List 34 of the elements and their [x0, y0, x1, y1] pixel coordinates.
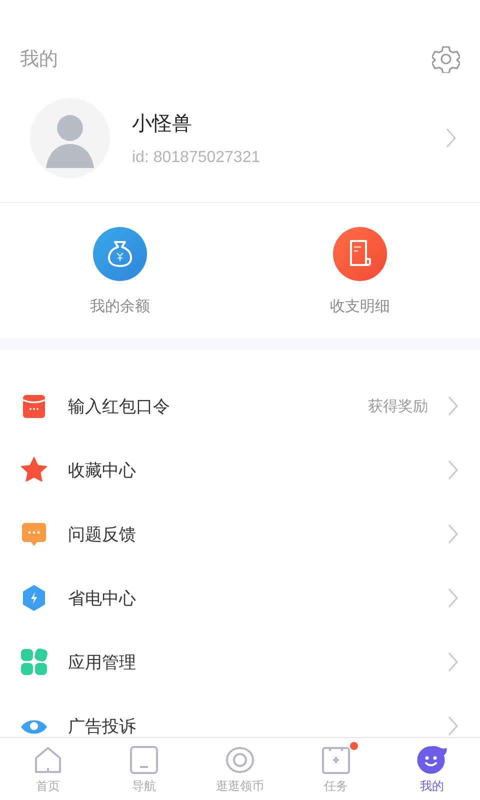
- page-title: 我的: [20, 47, 58, 72]
- menu-item[interactable]: 省电中心: [0, 566, 480, 630]
- settings-icon[interactable]: [432, 45, 460, 73]
- calendar-icon: [322, 746, 350, 774]
- user-name: 小怪兽: [132, 110, 193, 136]
- smiley-icon: [417, 746, 447, 774]
- menu-item[interactable]: 应用管理: [0, 630, 480, 694]
- menu-item[interactable]: 问题反馈: [0, 502, 480, 566]
- menu-item[interactable]: 收藏中心: [0, 438, 480, 502]
- tab-item[interactable]: 我的: [384, 738, 480, 800]
- menu-item[interactable]: 输入红包口令 获得奖励: [0, 374, 480, 438]
- action-label[interactable]: 我的余额: [90, 297, 150, 316]
- money-bag-icon[interactable]: [93, 227, 147, 281]
- reward-hint: 获得奖励: [368, 396, 428, 416]
- receipt-icon[interactable]: [333, 227, 387, 281]
- chevron-icon: [448, 652, 458, 672]
- chat-icon: [20, 520, 48, 548]
- star-icon: [20, 456, 48, 484]
- user-id: id: 801875027321: [132, 148, 262, 166]
- home-icon: [34, 746, 62, 774]
- eye-icon: [225, 746, 255, 774]
- profile-row[interactable]: 小怪兽 id: 801875027321: [0, 74, 480, 203]
- chevron-icon: [448, 588, 458, 608]
- chevron-icon: [448, 716, 458, 736]
- tablet-icon: [130, 746, 158, 774]
- menu-item[interactable]: 广告投诉: [0, 694, 480, 738]
- lightning-icon: [20, 584, 48, 612]
- apps-icon: [20, 648, 48, 676]
- chevron-icon: [446, 128, 456, 148]
- action-label[interactable]: 收支明细: [330, 297, 390, 316]
- chevron-icon: [448, 524, 458, 544]
- chevron-icon: [448, 396, 458, 416]
- chevron-icon: [448, 460, 458, 480]
- envelope-icon: [20, 392, 48, 420]
